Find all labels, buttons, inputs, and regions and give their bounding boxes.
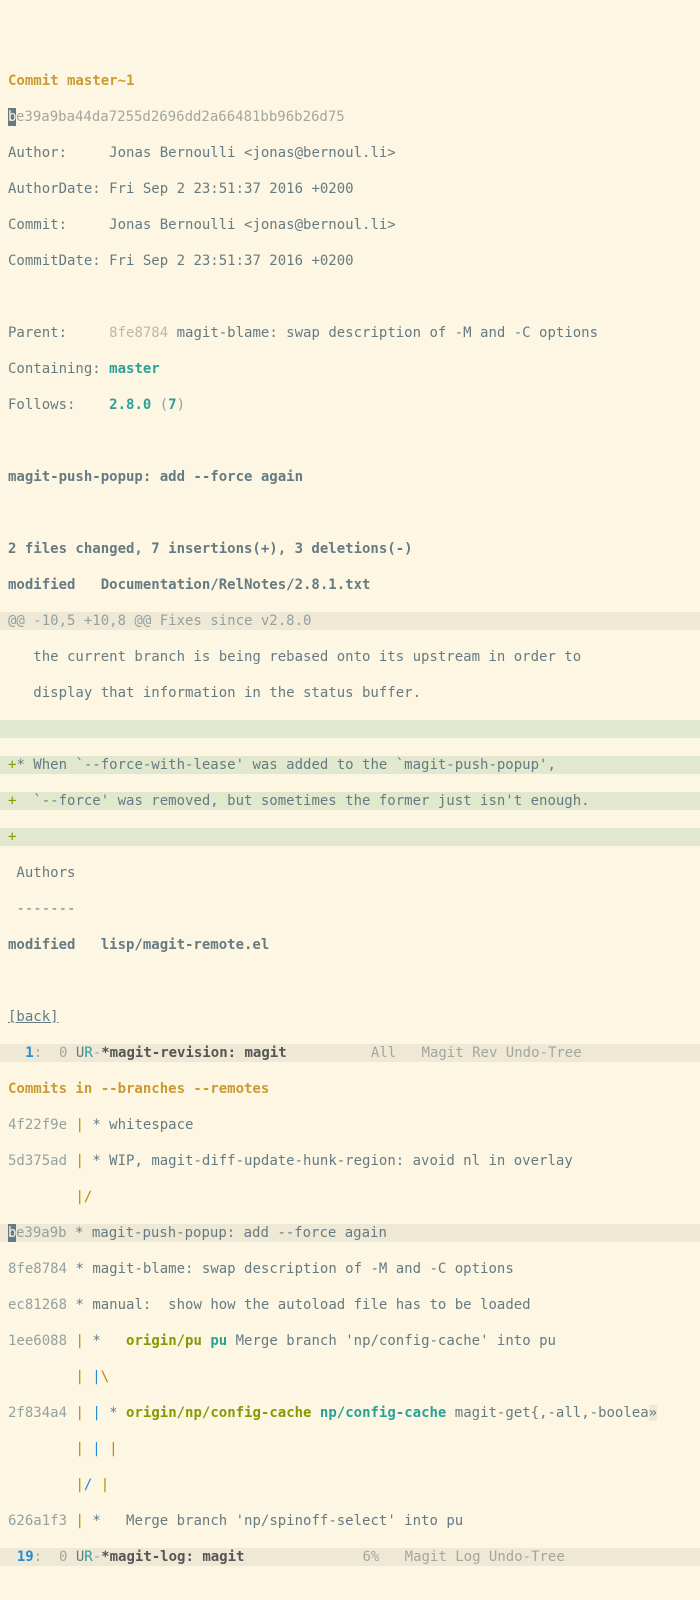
diffstat-summary: 2 files changed, 7 insertions(+), 3 dele… bbox=[0, 540, 700, 558]
diff-added: +* When `--force-with-lease' was added t… bbox=[0, 756, 700, 774]
log-commit[interactable]: 4f22f9e | * whitespace bbox=[0, 1116, 700, 1134]
diff-added: + `--force' was removed, but sometimes t… bbox=[0, 792, 700, 810]
commit-sha-line: be39a9ba44da7255d2696dd2a66481bb96b26d75 bbox=[0, 108, 700, 126]
log-commit[interactable]: 2f834a4 | | * origin/np/config-cache np/… bbox=[0, 1404, 700, 1422]
cursor: b bbox=[8, 108, 16, 126]
log-commit-current[interactable]: be39a9b * magit-push-popup: add --force … bbox=[0, 1224, 700, 1242]
log-graph: |/ bbox=[0, 1188, 700, 1206]
log-graph: |/ | bbox=[0, 1476, 700, 1494]
diff-context: ------- bbox=[0, 900, 700, 918]
authordate-line: AuthorDate: Fri Sep 2 23:51:37 2016 +020… bbox=[0, 180, 700, 198]
modified-file-2[interactable]: modified lisp/magit-remote.el bbox=[0, 936, 700, 954]
modeline-revision: 1: 0 UR-*magit-revision: magit All Magit… bbox=[0, 1044, 700, 1062]
author-line: Author: Jonas Bernoulli <jonas@bernoul.l… bbox=[0, 144, 700, 162]
follows-line: Follows: 2.8.0 (7) bbox=[0, 396, 700, 414]
log-commit[interactable]: 626a1f3 | * Merge branch 'np/spinoff-sel… bbox=[0, 1512, 700, 1530]
diff-context: display that information in the status b… bbox=[0, 684, 700, 702]
log-commit[interactable]: ec81268 * manual: show how the autoload … bbox=[0, 1296, 700, 1314]
log-commit[interactable]: 8fe8784 * magit-blame: swap description … bbox=[0, 1260, 700, 1278]
section-heading-log: Commits in --branches --remotes bbox=[0, 1080, 700, 1098]
containing-line: Containing: master bbox=[0, 360, 700, 378]
diff-empty bbox=[0, 720, 700, 738]
modified-file-1[interactable]: modified Documentation/RelNotes/2.8.1.tx… bbox=[0, 576, 700, 594]
log-commit[interactable]: 5d375ad | * WIP, magit-diff-update-hunk-… bbox=[0, 1152, 700, 1170]
log-graph: | | | bbox=[0, 1440, 700, 1458]
diff-context: Authors bbox=[0, 864, 700, 882]
log-graph: | |\ bbox=[0, 1368, 700, 1386]
commitdate-line: CommitDate: Fri Sep 2 23:51:37 2016 +020… bbox=[0, 252, 700, 270]
section-heading-commit: Commit master~1 bbox=[0, 72, 700, 90]
commit-line: Commit: Jonas Bernoulli <jonas@bernoul.l… bbox=[0, 216, 700, 234]
modeline-log: 19: 0 UR-*magit-log: magit 6% Magit Log … bbox=[0, 1548, 700, 1566]
parent-line[interactable]: Parent: 8fe8784 magit-blame: swap descri… bbox=[0, 324, 700, 342]
commit-subject: magit-push-popup: add --force again bbox=[0, 468, 700, 486]
hunk-header[interactable]: @@ -10,5 +10,8 @@ Fixes since v2.8.0 bbox=[0, 612, 700, 630]
back-link[interactable]: [back] bbox=[0, 1008, 700, 1026]
diff-context: the current branch is being rebased onto… bbox=[0, 648, 700, 666]
log-commit[interactable]: 1ee6088 | * origin/pu pu Merge branch 'n… bbox=[0, 1332, 700, 1350]
diff-added: + bbox=[0, 828, 700, 846]
